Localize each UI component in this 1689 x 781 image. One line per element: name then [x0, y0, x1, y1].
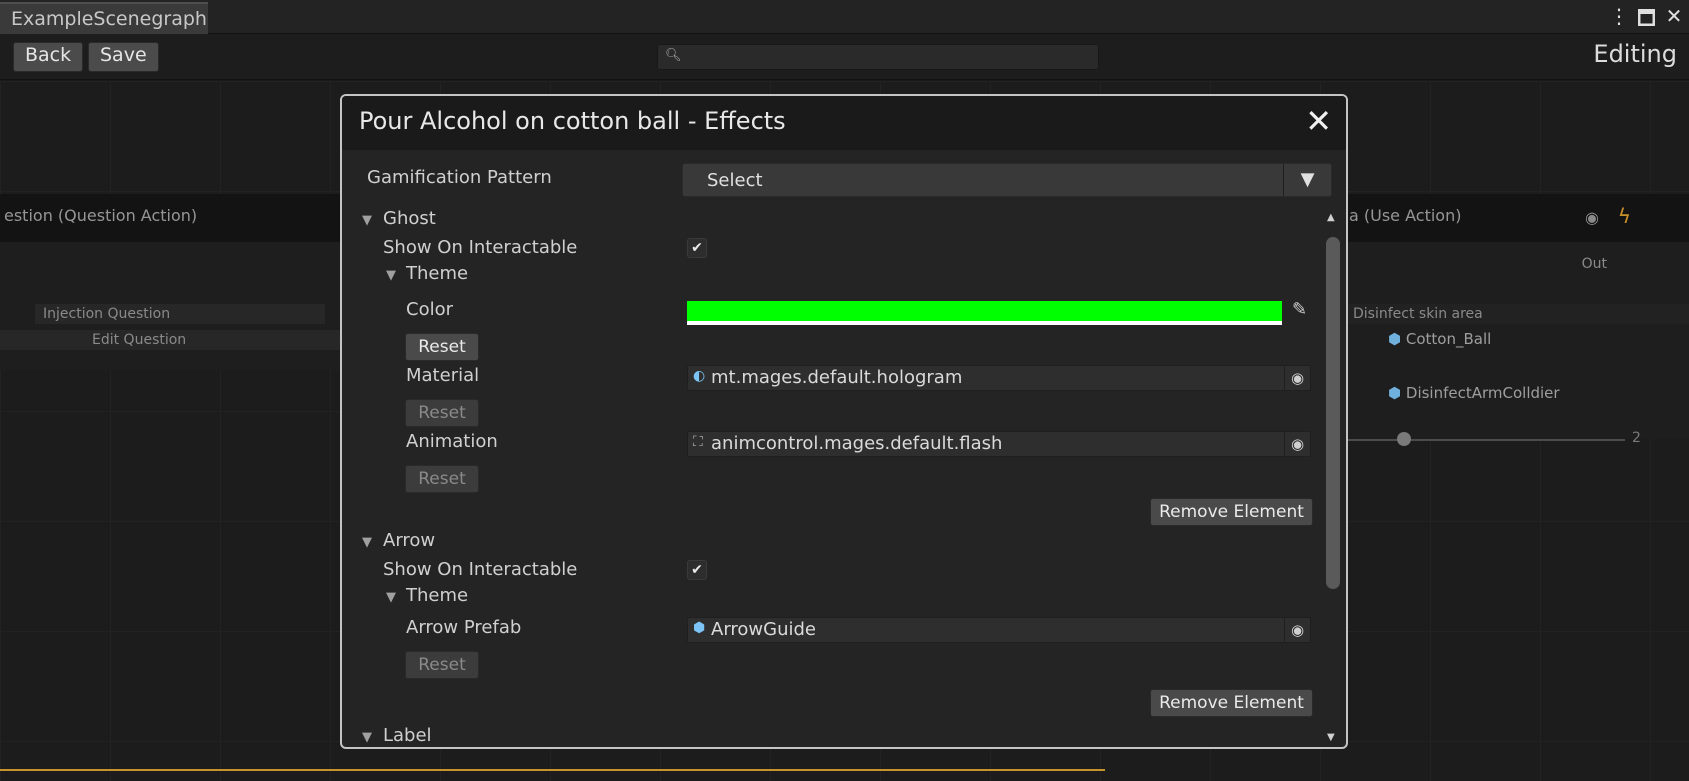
animator-icon: ⛶ — [693, 434, 703, 450]
material-sphere-icon: ◐ — [693, 368, 706, 384]
scrollbar-thumb[interactable] — [1326, 237, 1340, 589]
remove-arrow-button[interactable]: Remove Element — [1150, 689, 1313, 717]
color-reset-button[interactable]: Reset — [405, 333, 479, 361]
show-on-interactable-label: Show On Interactable — [383, 237, 578, 258]
arrow-prefab-field[interactable]: ⬢ ArrowGuide ◉ — [687, 617, 1311, 643]
show-on-interactable-label: Show On Interactable — [383, 559, 578, 580]
search-input[interactable]: 🔍︎ — [657, 44, 1099, 70]
ghost-header[interactable]: Ghost — [383, 208, 436, 229]
select-value: Select — [707, 170, 763, 191]
progress-accent-line — [0, 769, 1105, 771]
close-window-icon[interactable]: ✕ — [1665, 4, 1683, 38]
foldout-arrow-icon[interactable]: ▼ — [362, 730, 372, 745]
object-picker-icon[interactable]: ◉ — [1284, 618, 1310, 642]
maximize-icon[interactable]: 🗖 — [1637, 4, 1656, 38]
mode-label: Editing — [1593, 40, 1677, 68]
title-bar: ExampleScenegraph ⋮ 🗖 ✕ — [0, 0, 1689, 34]
scroll-down-icon[interactable]: ▼ — [1327, 732, 1335, 743]
vertical-scrollbar[interactable]: ▲ ▼ — [1322, 212, 1344, 747]
object-picker-icon[interactable]: ◉ — [1284, 432, 1310, 456]
search-icon: 🔍︎ — [665, 48, 682, 63]
back-button[interactable]: Back — [13, 42, 84, 72]
animation-field[interactable]: ⛶ animcontrol.mages.default.flash ◉ — [687, 431, 1311, 457]
arrow-prefab-reset-button[interactable]: Reset — [405, 651, 479, 679]
foldout-arrow-icon[interactable]: ▼ — [386, 268, 396, 283]
color-label: Color — [406, 299, 453, 320]
material-reset-button[interactable]: Reset — [405, 399, 479, 427]
foldout-arrow-icon[interactable]: ▼ — [386, 590, 396, 605]
dialog-title: Pour Alcohol on cotton ball - Effects — [359, 107, 786, 135]
foldout-arrow-icon[interactable]: ▼ — [362, 213, 372, 228]
more-menu-icon[interactable]: ⋮ — [1609, 4, 1629, 38]
theme-header[interactable]: Theme — [406, 263, 468, 284]
close-icon[interactable]: ✕ — [1305, 102, 1332, 140]
arrow-prefab-label: Arrow Prefab — [406, 617, 522, 638]
effects-dialog: Pour Alcohol on cotton ball - Effects ✕ … — [340, 94, 1348, 749]
arrow-header[interactable]: Arrow — [383, 530, 435, 551]
show-on-interactable-checkbox[interactable]: ✔ — [687, 560, 707, 580]
material-label: Material — [406, 365, 480, 386]
theme-header[interactable]: Theme — [406, 585, 468, 606]
material-field[interactable]: ◐ mt.mages.default.hologram ◉ — [687, 365, 1311, 391]
scenegraph-tab[interactable]: ExampleScenegraph — [0, 2, 208, 34]
object-picker-icon[interactable]: ◉ — [1284, 366, 1310, 390]
label-section-header[interactable]: Label — [383, 725, 432, 746]
arrow-prefab-value: ArrowGuide — [711, 619, 816, 640]
eyedropper-icon[interactable]: ✎ — [1292, 299, 1307, 320]
dialog-header: Pour Alcohol on cotton ball - Effects ✕ — [342, 96, 1346, 150]
scroll-up-icon[interactable]: ▲ — [1327, 212, 1335, 223]
animation-label: Animation — [406, 431, 498, 452]
animation-reset-button[interactable]: Reset — [405, 465, 479, 493]
gamification-label: Gamification Pattern — [367, 167, 552, 188]
animation-value: animcontrol.mages.default.flash — [711, 433, 1003, 454]
foldout-arrow-icon[interactable]: ▼ — [362, 535, 372, 550]
cube-icon: ⬢ — [693, 620, 706, 636]
show-on-interactable-checkbox[interactable]: ✔ — [687, 238, 707, 258]
remove-ghost-button[interactable]: Remove Element — [1150, 498, 1313, 526]
dialog-content: Gamification Pattern Select ▼ ▼ Ghost Sh… — [342, 150, 1346, 747]
color-swatch[interactable] — [687, 301, 1282, 325]
save-button[interactable]: Save — [88, 42, 159, 72]
material-value: mt.mages.default.hologram — [711, 367, 963, 388]
gamification-select[interactable]: Select ▼ — [682, 163, 1332, 197]
chevron-down-icon[interactable]: ▼ — [1283, 164, 1331, 196]
toolbar: Back Save 🔍︎ Editing — [0, 34, 1689, 80]
window-controls: ⋮ 🗖 ✕ — [1609, 4, 1683, 38]
